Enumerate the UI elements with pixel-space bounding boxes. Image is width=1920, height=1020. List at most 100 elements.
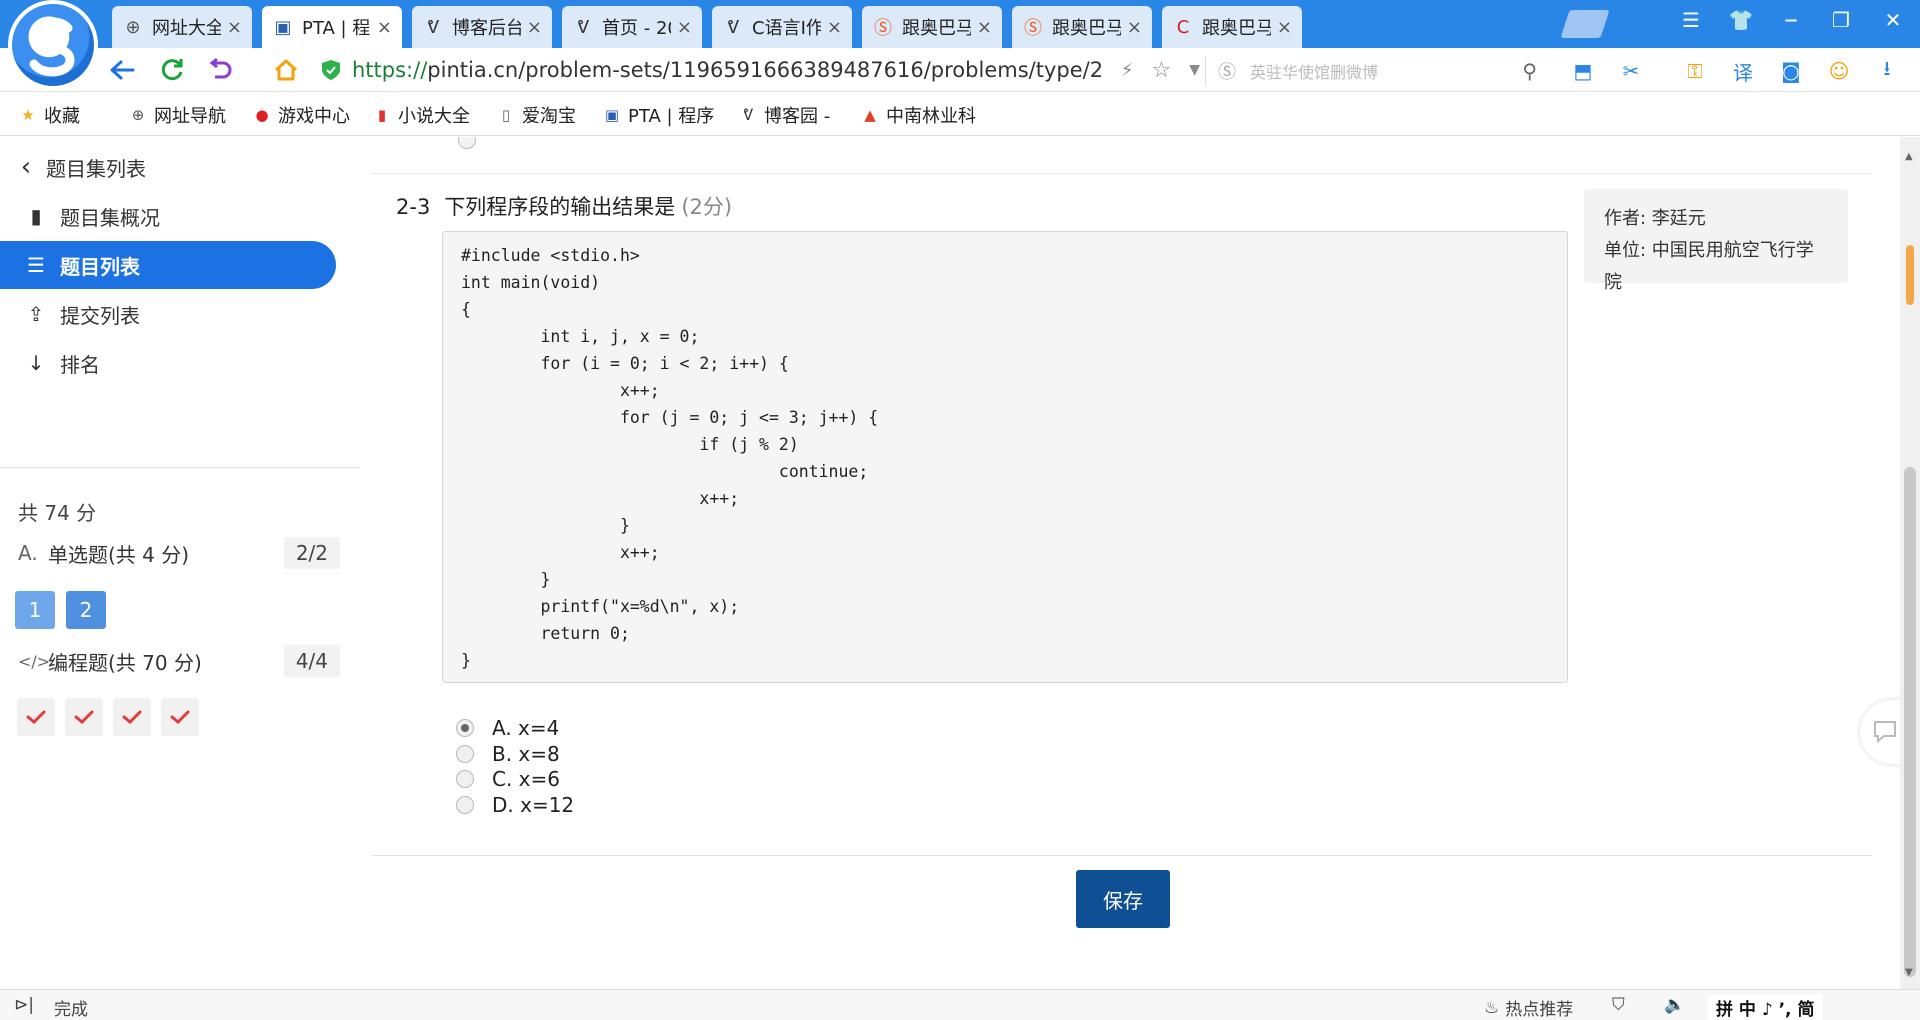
undo-close-button[interactable] <box>206 54 238 86</box>
main-panel: 2-3 下列程序段的输出结果是 (2分) 作者: 李廷元 单位: 中国民用航空飞行学… <box>372 137 1872 989</box>
save-button[interactable]: 保存 <box>1076 870 1170 928</box>
page-content: ‹ 题目集列表 ▮ 题目集概况 ☰ 题目列表 ⇪ 提交列表 ↓ 排名 共 74 分 A. 单选题(… <box>0 137 1900 989</box>
section-single-choice[interactable]: A. 单选题(共 4 分) 2/2 <box>18 535 340 571</box>
bookmark-item[interactable]: ▯ 爱淘宝 <box>496 102 576 128</box>
bookmark-label: 博客园 - <box>764 106 831 127</box>
sidebar-toggle-icon[interactable]: ⊳| <box>14 995 34 1015</box>
close-icon[interactable]: × <box>827 17 842 38</box>
section-count: 4/4 <box>283 645 340 677</box>
tab-8[interactable]: C 跟奥巴马一起 × <box>1162 6 1302 48</box>
key-icon[interactable]: ⚿ <box>1680 56 1710 86</box>
home-button[interactable] <box>270 54 302 86</box>
radio-button[interactable] <box>456 744 474 763</box>
mute-icon[interactable]: 🔈 <box>1664 995 1685 1015</box>
sidebar-item-3[interactable]: ☰ 题目列表 <box>0 241 336 289</box>
bookmark-item[interactable]: ᕓ 博客园 - <box>738 102 830 128</box>
bookmark-item[interactable]: ★ 收藏 <box>18 102 80 128</box>
tab-7[interactable]: Ⓢ 跟奥巴马一起 × <box>1012 6 1152 48</box>
code-icon: </> <box>18 651 51 671</box>
option-label: A. x=4 <box>492 716 560 740</box>
tab-5[interactable]: ᕓ C语言I作业0 × <box>712 6 852 48</box>
divider <box>0 467 360 468</box>
tab-4[interactable]: ᕓ 首页 - 2019 × <box>562 6 702 48</box>
close-icon[interactable]: × <box>977 17 992 38</box>
hot-recommend[interactable]: ♨ 热点推荐 <box>1484 995 1573 1020</box>
close-icon[interactable]: × <box>1277 17 1292 38</box>
option-label: C. x=6 <box>492 767 560 791</box>
radio-button[interactable] <box>456 770 474 788</box>
new-tab-button[interactable] <box>1560 10 1610 38</box>
search-placeholder: 英驻华使馆删微博 <box>1250 63 1379 82</box>
option-a[interactable]: A. x=4 <box>456 715 559 741</box>
close-window-button[interactable]: ✕ <box>1878 8 1908 32</box>
bookmark-item[interactable]: ▮ 小说大全 <box>372 102 470 128</box>
sidebar-item-2[interactable]: ▮ 题目集概况 <box>0 192 336 240</box>
question-nav-button[interactable]: 2 <box>66 591 106 629</box>
bookmark-item[interactable]: ● 游戏中心 <box>252 102 350 128</box>
programming-question-button[interactable] <box>113 698 151 736</box>
sidebar-item-1[interactable]: ‹ 题目集列表 <box>0 143 336 191</box>
lightning-icon[interactable]: ⚡ <box>1121 60 1134 81</box>
programming-question-button[interactable] <box>65 698 103 736</box>
bookmark-item[interactable]: ⊕ 网址导航 <box>128 102 226 128</box>
programming-question-button[interactable] <box>17 698 55 736</box>
option-c[interactable]: C. x=6 <box>456 766 560 792</box>
scrollbar[interactable]: ▲ ▼ <box>1900 137 1920 989</box>
bookmark-item[interactable]: ▲ 中南林业科 <box>860 102 976 128</box>
code-block: #include <stdio.h> int main(void) { int … <box>442 231 1568 683</box>
sidebar-item-label: 题目集概况 <box>60 205 160 230</box>
tab-label: 跟奥巴马一起 <box>1052 18 1121 39</box>
search-icon[interactable]: ⚲ <box>1522 59 1537 83</box>
sogou-browser-logo[interactable] <box>8 0 98 90</box>
author: 作者: 李廷元 <box>1604 208 1706 229</box>
sidebar-item-4[interactable]: ⇪ 提交列表 <box>0 290 336 338</box>
cnblogs-icon: ᕓ <box>426 16 440 38</box>
restore-button[interactable]: ❐ <box>1826 8 1856 32</box>
refresh-button[interactable] <box>156 54 188 86</box>
scroll-thumb[interactable] <box>1904 467 1916 977</box>
section-programming[interactable]: </> 编程题(共 70 分) 4/4 <box>18 643 340 679</box>
download-icon[interactable]: ⭳ <box>1872 56 1902 86</box>
close-icon[interactable]: × <box>377 17 392 38</box>
close-icon[interactable]: × <box>677 17 692 38</box>
sidebar-item-5[interactable]: ↓ 排名 <box>0 339 336 387</box>
question-nav-button[interactable]: 1 <box>15 591 55 629</box>
book-icon: ▮ <box>377 106 387 124</box>
radio-button[interactable] <box>456 719 474 737</box>
url-field[interactable]: https://pintia.cn/problem-sets/119659166… <box>320 52 1200 88</box>
minimize-button[interactable]: – <box>1776 2 1806 35</box>
previous-option-radio[interactable] <box>458 137 476 149</box>
plugin-icon[interactable]: ⬒ <box>1568 56 1598 86</box>
option-b[interactable]: B. x=8 <box>456 741 560 767</box>
ime-toolbar[interactable]: 拼 中 ♪ ’, 简 <box>1708 995 1823 1020</box>
star-icon[interactable]: ☆ <box>1151 58 1171 83</box>
skin-icon[interactable]: 👕 <box>1726 8 1756 32</box>
scroll-down-icon[interactable]: ▼ <box>1905 967 1913 978</box>
tab-6[interactable]: Ⓢ 跟奥巴马一起 × <box>862 6 1002 48</box>
tab-2[interactable]: ▣ PTA | 程序设 × <box>262 6 402 48</box>
security-shield-icon[interactable]: ⛉ <box>1612 995 1625 1015</box>
text-icon: A. <box>18 541 38 565</box>
close-icon[interactable]: × <box>1127 17 1142 38</box>
section-count: 2/2 <box>283 537 340 569</box>
programming-question-button[interactable] <box>161 698 199 736</box>
chevron-down-icon[interactable]: ▼ <box>1189 62 1200 78</box>
translate-icon[interactable]: 译 <box>1728 56 1758 86</box>
emoji-icon[interactable]: ☺ <box>1824 56 1854 86</box>
tab-3[interactable]: ᕓ 博客后台 - 博 × <box>412 6 552 48</box>
tab-1[interactable]: ⊕ 网址大全 × <box>112 6 252 48</box>
screenshot-icon[interactable]: ◙ <box>1776 56 1806 86</box>
close-icon[interactable]: × <box>227 17 242 38</box>
option-d[interactable]: D. x=12 <box>456 792 574 818</box>
scroll-up-icon[interactable]: ▲ <box>1905 151 1913 162</box>
back-button[interactable] <box>106 54 138 86</box>
bookmark-item[interactable]: ▣ PTA | 程序 <box>602 102 714 128</box>
scissors-icon[interactable]: ✂ <box>1616 56 1646 86</box>
search-input[interactable]: Ⓢ 英驻华使馆删微博 ⚲ <box>1205 56 1545 86</box>
radio-button[interactable] <box>456 795 474 814</box>
book-icon: ▮ <box>30 204 42 228</box>
close-icon[interactable]: × <box>527 17 542 38</box>
question-header: 2-3 下列程序段的输出结果是 (2分) <box>396 191 732 221</box>
pta-icon: ▣ <box>604 106 620 124</box>
menu-icon[interactable]: ☰ <box>1676 8 1706 32</box>
